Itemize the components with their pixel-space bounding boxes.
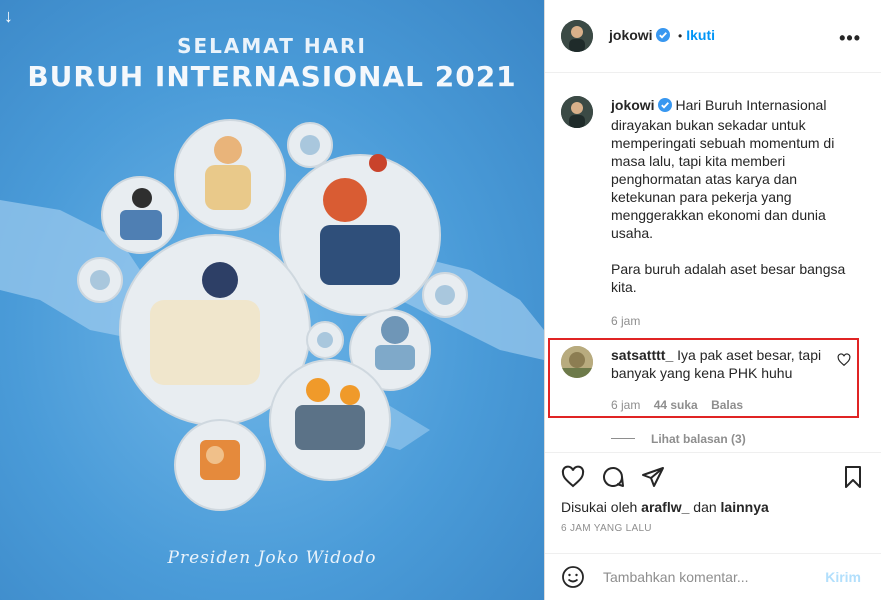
likes-others[interactable]: lainnya xyxy=(721,499,769,515)
post-actions: Disukai oleh araflw_ dan lainnya 6 JAM Y… xyxy=(545,452,881,601)
emoji-smiley-icon[interactable] xyxy=(561,565,585,594)
likes-and: dan xyxy=(693,499,717,515)
image-title-line1: SELAMAT HARI xyxy=(177,34,367,58)
header-separator: • xyxy=(678,29,683,43)
post-image[interactable]: ↓ SELAMAT HARI BURUH INTERNASIONAL 2021 … xyxy=(0,0,544,600)
image-title-line2: BURUH INTERNASIONAL 2021 xyxy=(27,60,517,93)
image-signature: Presiden Joko Widodo xyxy=(167,548,377,568)
highlight-box xyxy=(548,338,859,418)
view-replies-label[interactable]: Lihat balasan (3) xyxy=(651,432,746,446)
post-time-ago[interactable]: 6 JAM YANG LALU xyxy=(561,523,652,534)
header-username[interactable]: jokowi xyxy=(609,27,653,43)
download-arrow-icon[interactable]: ↓ xyxy=(4,6,13,27)
caption-time[interactable]: 6 jam xyxy=(611,312,851,330)
add-comment-bar: Kirim xyxy=(545,553,881,602)
caption-text: Hari Buruh Internasional dirayakan bukan… xyxy=(611,97,835,241)
avatar[interactable] xyxy=(561,20,593,52)
share-send-icon[interactable] xyxy=(641,465,665,494)
caption-text-p2: Para buruh adalah aset besar bangsa kita… xyxy=(611,261,846,295)
more-options-icon[interactable]: ••• xyxy=(839,28,861,49)
post-side-panel: jokowi • Ikuti ••• jokowi Hari Buruh Inte… xyxy=(544,0,882,600)
caption: jokowi Hari Buruh Internasional dirayaka… xyxy=(611,96,851,330)
likes-summary: Disukai oleh araflw_ dan lainnya xyxy=(561,499,769,515)
caption-username[interactable]: jokowi xyxy=(611,97,655,113)
view-replies[interactable]: Lihat balasan (3) xyxy=(611,430,746,448)
send-comment-button[interactable]: Kirim xyxy=(825,569,861,585)
likes-user[interactable]: araflw_ xyxy=(641,499,689,515)
verified-badge-icon xyxy=(655,28,670,47)
likes-prefix: Disukai oleh xyxy=(561,499,638,515)
post-header: jokowi • Ikuti ••• xyxy=(545,0,881,73)
verified-badge-icon xyxy=(657,98,672,116)
comment-input[interactable] xyxy=(601,568,815,586)
follow-button[interactable]: Ikuti xyxy=(686,27,715,43)
save-bookmark-icon[interactable] xyxy=(841,465,865,494)
comment-bubble-icon[interactable] xyxy=(601,465,625,494)
like-heart-icon[interactable] xyxy=(561,465,585,494)
caption-avatar[interactable] xyxy=(561,96,593,128)
